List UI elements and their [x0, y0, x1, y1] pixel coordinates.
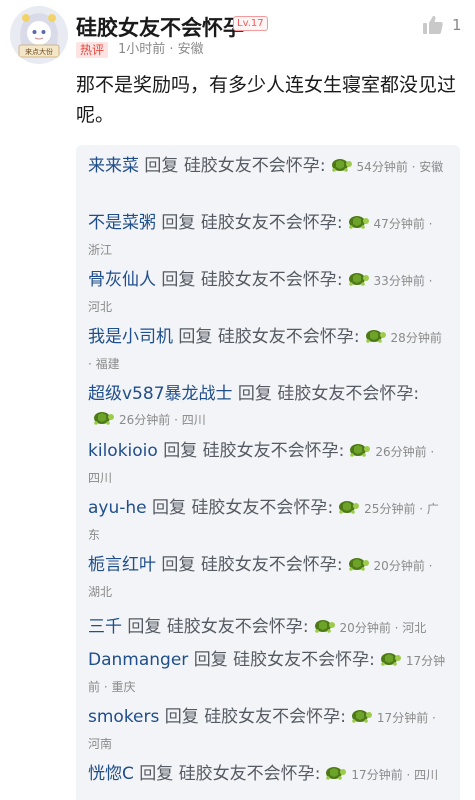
reply-target[interactable]: 硅胶女友不会怀孕 — [167, 617, 303, 637]
reply-author[interactable]: ayu-he — [88, 498, 147, 518]
reply-target[interactable]: 硅胶女友不会怀孕 — [179, 764, 315, 784]
reply-item[interactable]: 恍惚C 回复 硅胶女友不会怀孕: 17分钟前 · 四川 — [88, 762, 446, 788]
reply-target[interactable]: 硅胶女友不会怀孕 — [204, 707, 340, 727]
reply-item[interactable]: 栀言红叶 回复 硅胶女友不会怀孕: 20分钟前 · 湖北 — [88, 553, 446, 605]
reply-item[interactable]: 超级v587暴龙战士 回复 硅胶女友不会怀孕: 26分钟前 · 四川 — [88, 382, 446, 433]
comment-username[interactable]: 硅胶女友不会怀孕 — [76, 12, 244, 42]
reply-item[interactable]: ayu-he 回复 硅胶女友不会怀孕: 25分钟前 · 广东 — [88, 496, 446, 548]
reply-author[interactable]: 超级v587暴龙战士 — [88, 384, 233, 404]
reply-verb: 回复 — [237, 384, 272, 404]
reply-separator: : — [413, 384, 420, 404]
reply-separator: : — [369, 650, 375, 670]
reply-verb: 回复 — [144, 156, 179, 176]
reply-author[interactable]: kilokioio — [88, 441, 158, 461]
reply-author[interactable]: smokers — [88, 707, 159, 727]
turtle-icon — [339, 501, 360, 514]
turtle-icon — [348, 216, 369, 229]
turtle-icon — [350, 444, 371, 457]
reply-verb: 回复 — [178, 327, 213, 347]
reply-verb: 回复 — [163, 441, 198, 461]
reply-author[interactable]: 来来菜 — [88, 156, 139, 176]
reply-time-location: 17分钟前 · 四川 — [351, 768, 439, 782]
like-count: 1 — [452, 16, 462, 34]
reply-verb: 回复 — [193, 650, 228, 670]
reply-author[interactable]: Danmanger — [88, 650, 188, 670]
turtle-icon — [351, 710, 372, 723]
turtle-icon — [365, 330, 386, 343]
reply-separator: : — [336, 555, 343, 575]
comment-text: 那不是奖励吗，有多少人连女生寝室都没见过呢。 — [76, 74, 457, 126]
reply-item[interactable]: 骨灰仙人 回复 硅胶女友不会怀孕: 33分钟前 · 河北 — [88, 268, 446, 320]
reply-separator: : — [353, 327, 360, 347]
reply-separator: : — [336, 270, 343, 290]
reply-time-location: 54分钟前 · 安徽 — [356, 160, 444, 174]
reply-separator: : — [327, 498, 334, 518]
reply-author[interactable]: 恍惚C — [88, 764, 134, 784]
reply-separator: : — [302, 617, 309, 637]
reply-author[interactable]: 骨灰仙人 — [88, 270, 156, 290]
reply-item[interactable]: kilokioio 回复 硅胶女友不会怀孕: 26分钟前 · 四川 — [88, 439, 446, 491]
reply-list: 来来菜 回复 硅胶女友不会怀孕: 54分钟前 · 安徽 不是菜粥 回复 硅胶女友不… — [76, 145, 460, 800]
avatar[interactable]: 来点大份 — [10, 6, 68, 64]
reply-separator: : — [336, 213, 343, 233]
reply-target[interactable]: 硅胶女友不会怀孕 — [218, 327, 354, 347]
reply-target[interactable]: 硅胶女友不会怀孕 — [191, 498, 327, 518]
reply-separator: : — [338, 441, 345, 461]
reply-author[interactable]: 栀言红叶 — [88, 555, 156, 575]
turtle-icon — [348, 558, 369, 571]
reply-verb: 回复 — [164, 707, 199, 727]
reply-time-location: 20分钟前 · 河北 — [339, 621, 427, 635]
avatar-caption: 来点大份 — [25, 47, 53, 56]
turtle-icon — [331, 159, 352, 172]
reply-verb: 回复 — [139, 764, 174, 784]
turtle-icon — [380, 653, 401, 666]
reply-item[interactable]: Danmanger 回复 硅胶女友不会怀孕: 17分钟前 · 重庆 — [88, 648, 446, 700]
reply-target[interactable]: 硅胶女友不会怀孕 — [203, 441, 339, 461]
reply-target[interactable]: 硅胶女友不会怀孕 — [201, 213, 337, 233]
reply-item[interactable]: 来来菜 回复 硅胶女友不会怀孕: 54分钟前 · 安徽 — [88, 154, 446, 180]
reply-item[interactable]: 三千 回复 硅胶女友不会怀孕: 20分钟前 · 河北 — [88, 615, 446, 641]
reply-verb: 回复 — [161, 213, 196, 233]
reply-target[interactable]: 硅胶女友不会怀孕 — [233, 650, 369, 670]
turtle-icon — [326, 767, 347, 780]
reply-verb: 回复 — [161, 555, 196, 575]
reply-target[interactable]: 硅胶女友不会怀孕 — [201, 270, 337, 290]
reply-target[interactable]: 硅胶女友不会怀孕 — [277, 384, 413, 404]
reply-verb: 回复 — [152, 498, 187, 518]
reply-target[interactable]: 硅胶女友不会怀孕 — [201, 555, 337, 575]
reply-verb: 回复 — [161, 270, 196, 290]
reply-author[interactable]: 我是小司机 — [88, 327, 173, 347]
reply-item[interactable]: 我是小司机 回复 硅胶女友不会怀孕: 28分钟前 · 福建 — [88, 325, 446, 377]
turtle-icon — [348, 273, 369, 286]
reply-time-location: 26分钟前 · 四川 — [119, 413, 206, 427]
turtle-icon — [314, 620, 335, 633]
level-badge: Lv.17 — [233, 16, 268, 31]
reply-target[interactable]: 硅胶女友不会怀孕 — [184, 156, 320, 176]
comment-page: 来点大份 硅胶女友不会怀孕 Lv.17 热评 1小时前 · 安徽 1 那不是奖励… — [0, 0, 475, 800]
reply-separator: : — [314, 764, 321, 784]
hot-comment-tag: 热评 — [76, 42, 109, 58]
turtle-icon — [94, 412, 114, 425]
comment-time-location: 1小时前 · 安徽 — [118, 42, 204, 57]
thumbs-up-icon[interactable] — [422, 14, 444, 36]
reply-author[interactable]: 不是菜粥 — [88, 213, 156, 233]
reply-item[interactable]: 不是菜粥 回复 硅胶女友不会怀孕: 47分钟前 · 浙江 — [88, 211, 446, 263]
reply-verb: 回复 — [127, 617, 162, 637]
reply-separator: : — [340, 707, 346, 727]
reply-item[interactable]: smokers 回复 硅胶女友不会怀孕: 17分钟前 · 河南 — [88, 705, 446, 757]
reply-author[interactable]: 三千 — [88, 617, 122, 637]
reply-separator: : — [319, 156, 326, 176]
